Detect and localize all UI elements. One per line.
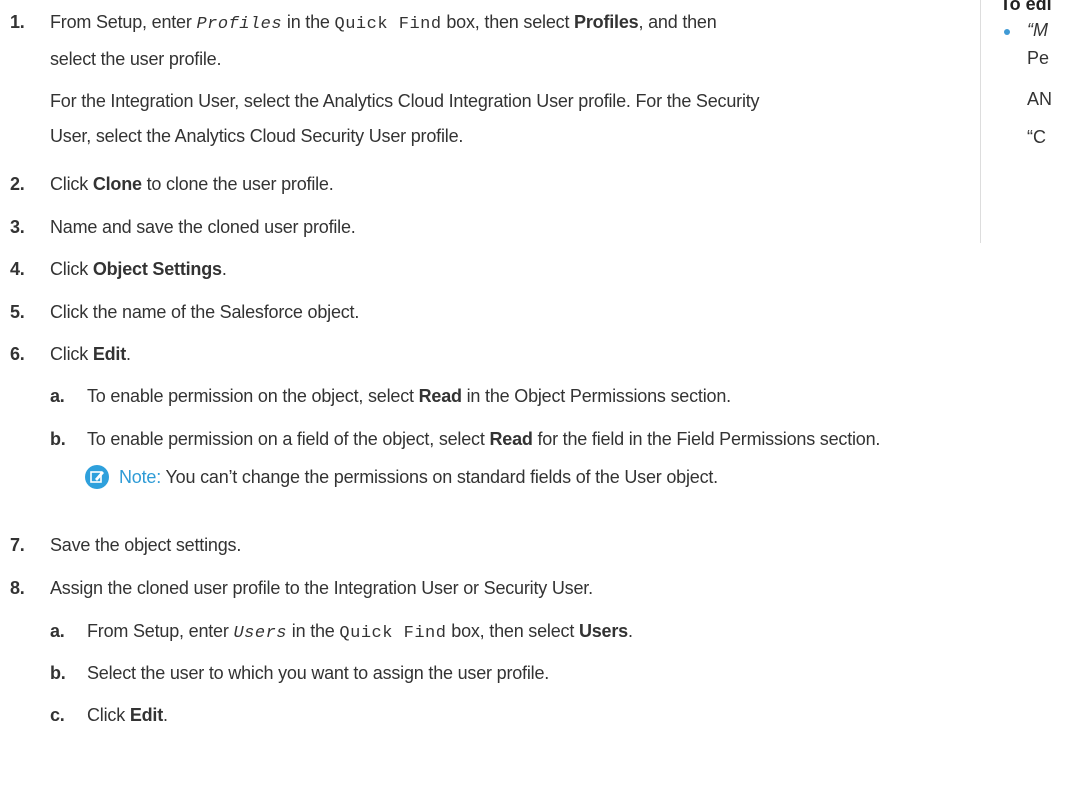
sidebar-line-3: AN bbox=[1027, 89, 1053, 109]
bullet-icon bbox=[1004, 29, 1010, 35]
step-7-text: Save the object settings. bbox=[50, 535, 242, 555]
step-6b-letter: b. bbox=[50, 429, 66, 449]
step-2-text: Click Clone to clone the user profile. bbox=[50, 174, 334, 194]
sidebar-heading: To edi bbox=[1000, 0, 1052, 14]
step-3-text: Name and save the cloned user profile. bbox=[50, 217, 356, 237]
note-callout: Note: You can’t change the permissions o… bbox=[119, 466, 718, 488]
step-8a-letter: a. bbox=[50, 621, 65, 641]
step-5-text: Click the name of the Salesforce object. bbox=[50, 302, 360, 322]
step-6-number: 6. bbox=[10, 344, 25, 364]
step-8c-letter: c. bbox=[50, 705, 65, 725]
step-6-text: Click Edit. bbox=[50, 344, 131, 364]
step-5-number: 5. bbox=[10, 302, 25, 322]
step-1: 1. bbox=[10, 12, 25, 32]
step-6b-text: To enable permission on a field of the o… bbox=[87, 429, 881, 449]
step-7-number: 7. bbox=[10, 535, 25, 555]
inline-code-quick-find: Quick Find bbox=[334, 15, 442, 34]
step-4-number: 4. bbox=[10, 259, 25, 279]
step-8-text: Assign the cloned user profile to the In… bbox=[50, 578, 593, 598]
step-8b-letter: b. bbox=[50, 663, 66, 683]
inline-code-users: Users bbox=[233, 624, 287, 643]
step-8-number: 8. bbox=[10, 578, 25, 598]
step-4-text: Click Object Settings. bbox=[50, 259, 227, 279]
step-6a-text: To enable permission on the object, sele… bbox=[87, 386, 731, 406]
sidebar-line-2: Pe bbox=[1027, 48, 1050, 68]
step-3-number: 3. bbox=[10, 217, 25, 237]
inline-code-profiles: Profiles bbox=[196, 15, 283, 34]
note-edit-icon bbox=[85, 465, 109, 489]
inline-code-quick-find: Quick Find bbox=[339, 624, 447, 643]
step-1-para-line-1: For the Integration User, select the Ana… bbox=[50, 91, 760, 111]
sidebar-divider bbox=[980, 0, 981, 243]
sidebar-line-1: “M bbox=[1027, 20, 1048, 40]
sidebar-line-4: “C bbox=[1027, 127, 1046, 147]
step-1-para-line-2: User, select the Analytics Cloud Securit… bbox=[50, 126, 464, 146]
step-8a-text: From Setup, enter Users in the Quick Fin… bbox=[87, 621, 633, 643]
documentation-page: 1. From Setup, enter Profiles in the Qui… bbox=[0, 0, 1070, 803]
step-1-text: From Setup, enter Profiles in the Quick … bbox=[50, 12, 717, 34]
step-1-text-cont: select the user profile. bbox=[50, 49, 222, 69]
step-8b-text: Select the user to which you want to ass… bbox=[87, 663, 550, 683]
step-8c-text: Click Edit. bbox=[87, 705, 168, 725]
step-2-number: 2. bbox=[10, 174, 25, 194]
step-6a-letter: a. bbox=[50, 386, 65, 406]
note-label: Note: bbox=[119, 467, 162, 487]
note-text: You can’t change the permissions on stan… bbox=[161, 467, 719, 487]
